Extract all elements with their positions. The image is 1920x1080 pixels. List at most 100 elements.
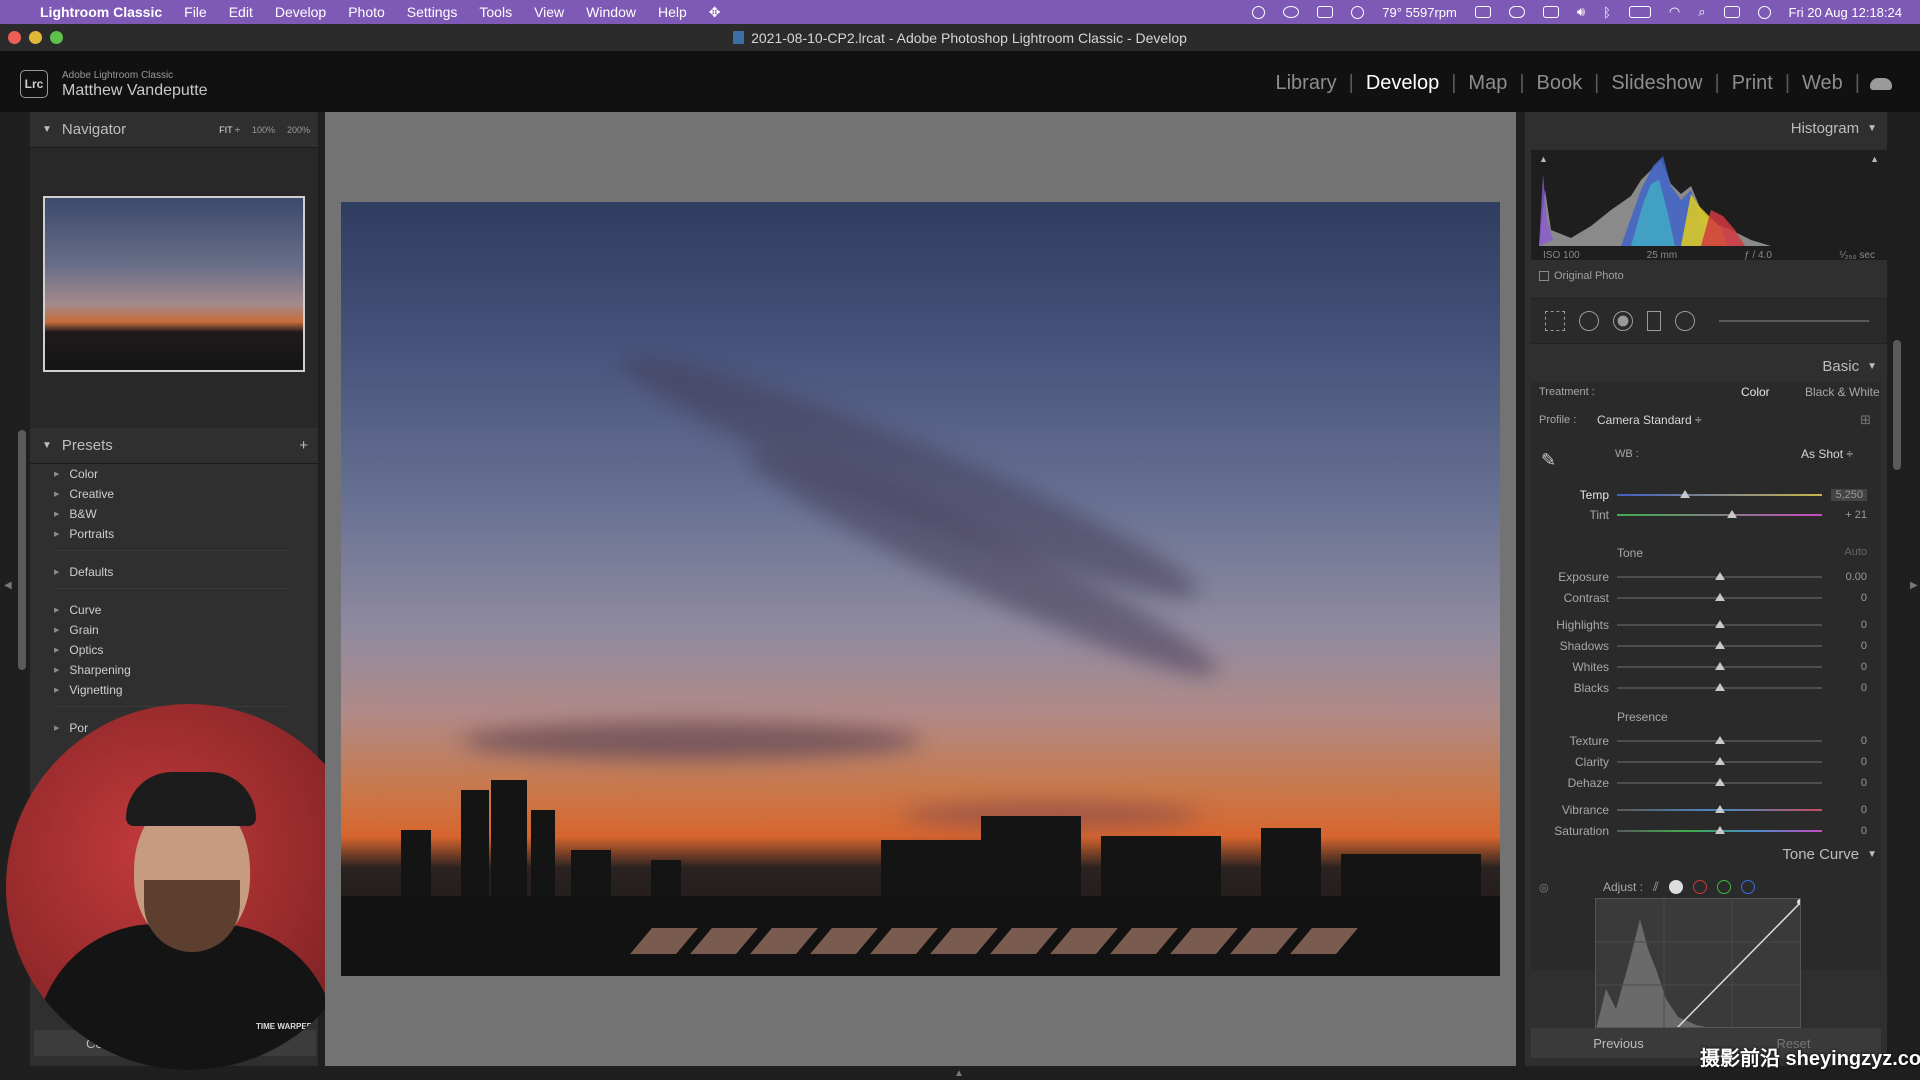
texture-track[interactable] [1617, 736, 1822, 744]
zoom-200[interactable]: 200% [287, 125, 310, 135]
histogram-graph[interactable]: ▲ ▲ [1531, 150, 1887, 260]
collapse-triangle-icon[interactable]: ▼ [1867, 123, 1877, 134]
bluetooth-icon[interactable]: ᛒ [1603, 5, 1611, 20]
parametric-curve-icon[interactable]: ⫽ [1653, 879, 1659, 895]
temp-fan-status[interactable]: 79° 5597rpm [1382, 5, 1457, 20]
saturation-thumb[interactable] [1714, 826, 1725, 834]
menu-help[interactable]: Help [658, 4, 687, 20]
channel-green-icon[interactable] [1716, 880, 1731, 894]
menu-tools[interactable]: Tools [479, 4, 512, 20]
module-develop[interactable]: Develop [1354, 72, 1451, 95]
menu-app-name[interactable]: Lightroom Classic [40, 4, 162, 20]
exposure-track[interactable] [1617, 572, 1822, 580]
channel-rgb-icon[interactable] [1668, 880, 1683, 894]
basic-header[interactable]: Basic ▼ [1525, 350, 1887, 382]
blacks-thumb[interactable] [1714, 683, 1725, 691]
spot-removal-icon[interactable] [1579, 311, 1599, 331]
highlights-thumb[interactable] [1714, 620, 1725, 628]
whites-track[interactable] [1617, 662, 1822, 670]
previous-button[interactable]: Previous [1531, 1036, 1706, 1051]
expand-triangle-icon[interactable]: ▶ [54, 470, 59, 478]
zoom-100[interactable]: 100% [252, 125, 275, 135]
expand-triangle-icon[interactable]: ▶ [54, 666, 59, 674]
dropbox-icon[interactable] [1283, 6, 1300, 18]
original-photo-checkbox[interactable] [1539, 271, 1549, 281]
temp-value[interactable]: 5,250 [1831, 489, 1867, 501]
temp-track[interactable] [1617, 490, 1822, 498]
preset-group-optics[interactable]: ▶ Optics [30, 640, 318, 660]
slider-shadows[interactable]: Shadows 0 [1531, 639, 1881, 653]
module-book[interactable]: Book [1525, 72, 1595, 95]
texture-thumb[interactable] [1714, 736, 1725, 744]
tint-track[interactable] [1617, 510, 1822, 518]
menu-settings[interactable]: Settings [407, 4, 458, 20]
add-preset-icon[interactable]: + [299, 437, 308, 454]
blacks-track[interactable] [1617, 683, 1822, 691]
close-button[interactable] [8, 31, 21, 44]
slider-clarity[interactable]: Clarity 0 [1531, 755, 1881, 769]
slider-exposure[interactable]: Exposure 0.00 [1531, 570, 1881, 584]
module-library[interactable]: Library [1263, 72, 1348, 95]
expand-triangle-icon[interactable]: ▶ [54, 646, 59, 654]
slider-highlights[interactable]: Highlights 0 [1531, 618, 1881, 632]
battery-icon[interactable] [1628, 6, 1651, 18]
vibrance-thumb[interactable] [1714, 805, 1725, 813]
vibrance-track[interactable] [1617, 805, 1822, 813]
treatment-black-white[interactable]: Black & White [1805, 385, 1880, 399]
sunset-photo[interactable] [341, 202, 1500, 976]
saturation-value[interactable]: 0 [1861, 825, 1867, 837]
slider-vibrance[interactable]: Vibrance 0 [1531, 803, 1881, 817]
preset-group-portraits[interactable]: ▶ Portraits [30, 524, 318, 544]
whites-thumb[interactable] [1714, 662, 1725, 670]
minimize-button[interactable] [29, 31, 42, 44]
graduated-filter-icon[interactable] [1647, 311, 1661, 331]
contrast-track[interactable] [1617, 593, 1822, 601]
record-icon[interactable] [1252, 5, 1266, 19]
histogram-header[interactable]: Histogram ▼ [1525, 112, 1887, 144]
adjustment-brush-slider[interactable] [1719, 320, 1869, 322]
siri-icon[interactable] [1757, 5, 1771, 19]
preset-group-sharpening[interactable]: ▶ Sharpening [30, 660, 318, 680]
slider-whites[interactable]: Whites 0 [1531, 660, 1881, 674]
collapse-triangle-icon[interactable]: ▼ [42, 440, 52, 451]
module-map[interactable]: Map [1456, 72, 1519, 95]
target-adjust-icon[interactable]: ◎ [1539, 881, 1549, 894]
temp-thumb[interactable] [1679, 490, 1690, 498]
cloud-menu-icon[interactable] [1508, 6, 1525, 18]
preset-group-color[interactable]: ▶ Color [30, 464, 318, 484]
crop-tool-icon[interactable] [1545, 311, 1565, 331]
channel-blue-icon[interactable] [1740, 880, 1755, 894]
expand-triangle-icon[interactable]: ▶ [54, 606, 59, 614]
expand-triangle-icon[interactable]: ▶ [54, 530, 59, 538]
clarity-track[interactable] [1617, 757, 1822, 765]
image-canvas[interactable] [325, 112, 1516, 1066]
preset-group-defaults[interactable]: ▶ Defaults [30, 562, 318, 582]
preset-group-grain[interactable]: ▶ Grain [30, 620, 318, 640]
wifi-icon[interactable]: ◠ [1669, 4, 1680, 20]
menu-develop[interactable]: Develop [275, 4, 326, 20]
expand-triangle-icon[interactable]: ▶ [54, 490, 59, 498]
menu-photo[interactable]: Photo [348, 4, 385, 20]
expand-triangle-icon[interactable]: ▶ [54, 686, 59, 694]
expand-triangle-icon[interactable]: ▶ [54, 568, 59, 576]
shadow-clipping-icon[interactable]: ▲ [1539, 154, 1548, 164]
blacks-value[interactable]: 0 [1861, 682, 1867, 694]
left-panel-toggle-icon[interactable]: ◀ [4, 580, 12, 591]
module-slideshow[interactable]: Slideshow [1599, 72, 1714, 95]
profile-dropdown[interactable]: Camera Standard ÷ [1597, 413, 1702, 427]
app-status-icon[interactable] [1351, 5, 1365, 19]
module-print[interactable]: Print [1720, 72, 1785, 95]
preset-group-creative[interactable]: ▶ Creative [30, 484, 318, 504]
menu-clock[interactable]: Fri 20 Aug 12:18:24 [1789, 5, 1902, 20]
vibrance-value[interactable]: 0 [1861, 804, 1867, 816]
highlights-track[interactable] [1617, 620, 1822, 628]
script-icon[interactable]: ✥ [709, 4, 721, 21]
contrast-value[interactable]: 0 [1861, 592, 1867, 604]
highlight-clipping-icon[interactable]: ▲ [1870, 154, 1879, 164]
channel-red-icon[interactable] [1692, 880, 1707, 894]
wb-dropdown[interactable]: As Shot ÷ [1801, 447, 1853, 461]
filmstrip-toggle-icon[interactable]: ▲ [954, 1068, 964, 1079]
slider-tint[interactable]: Tint + 21 [1531, 508, 1881, 522]
slider-dehaze[interactable]: Dehaze 0 [1531, 776, 1881, 790]
wb-eyedropper-icon[interactable]: ✎ [1541, 450, 1556, 471]
